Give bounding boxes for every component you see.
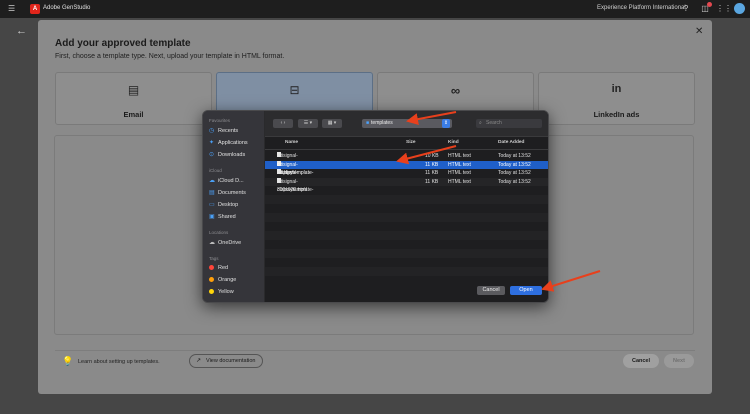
sidebar-section-favourites: Favourites (209, 118, 231, 123)
tag-dot-icon (209, 277, 214, 283)
empty-row (265, 249, 548, 258)
dialog-toolbar: ‹ › ☰ ▾ ▦ ▾ ■ templates ⇕ ⌕ Search (265, 111, 548, 137)
sidebar-item-downloads[interactable]: ⊙ Downloads (209, 151, 245, 158)
column-header-kind[interactable]: Kind (448, 140, 459, 145)
sidebar-section-tags: Tags (209, 256, 219, 261)
sidebar-item-applications[interactable]: ✦ Applications (209, 139, 248, 146)
location-label: templates (371, 120, 393, 126)
card-label: LinkedIn ads (593, 110, 640, 119)
dialog-open-button[interactable]: Open (510, 286, 542, 295)
file-row[interactable]: citisignal-displaytemplate-300x600.html … (265, 169, 548, 193)
linkedin-icon: in (611, 83, 622, 95)
sidebar-item-desktop[interactable]: ▭ Desktop (209, 201, 238, 208)
empty-row (265, 231, 548, 240)
sidebar-item-recents[interactable]: ◷ Recents (209, 127, 238, 134)
help-icon[interactable]: ? (681, 4, 691, 14)
top-app-bar: ☰ A Adobe GenStudio Experience Platform … (0, 0, 750, 18)
template-type-linkedin[interactable]: in LinkedIn ads (538, 72, 695, 125)
search-placeholder: Search (486, 120, 502, 126)
dialog-sidebar: Favourites ◷ Recents ✦ Applications ⊙ Downl… (203, 111, 264, 302)
close-icon[interactable]: ✕ (695, 26, 703, 37)
modal-subtitle: First, choose a template type. Next, upl… (55, 53, 285, 60)
folder-icon: ■ (366, 120, 370, 126)
sidebar-item-icloud-drive[interactable]: ☁ iCloud D... (209, 177, 244, 184)
sidebar-section-icloud: iCloud (209, 168, 222, 173)
modal-title: Add your approved template (55, 38, 191, 49)
file-row[interactable]: citisignal-meta-ad.html 10 KB HTML text … (265, 152, 548, 176)
column-header-date-added[interactable]: Date Added (498, 140, 524, 145)
adobe-logo: A (30, 4, 40, 14)
cloud-icon: ☁ (209, 178, 215, 184)
search-icon: ⌕ (479, 120, 482, 126)
sidebar-item-tag-red[interactable]: Red (209, 265, 228, 271)
lightbulb-icon: 💡 (62, 356, 74, 366)
shared-folder-icon: ▣ (209, 214, 215, 220)
column-header-size[interactable]: Size (406, 140, 416, 145)
menu-icon[interactable]: ☰ (8, 5, 15, 13)
sidebar-item-onedrive[interactable]: ☁ OneDrive (209, 239, 241, 246)
applications-icon: ✦ (209, 140, 215, 146)
app-name: Adobe GenStudio (43, 5, 91, 11)
avatar[interactable] (734, 3, 745, 14)
view-documentation-button[interactable]: ↗ View documentation (189, 354, 263, 368)
tag-dot-icon (209, 289, 214, 295)
cancel-button[interactable]: Cancel (623, 354, 659, 368)
card-label: Email (123, 110, 144, 119)
empty-row (265, 195, 548, 204)
chevron-updown-icon: ⇕ (442, 119, 450, 128)
sidebar-item-documents[interactable]: ▤ Documents (209, 189, 246, 196)
display-icon: ⊟ (289, 83, 300, 97)
view-documentation-label: View documentation (206, 358, 256, 364)
cloud-icon: ☁ (209, 240, 215, 246)
column-header-name[interactable]: Name (285, 140, 298, 145)
template-type-email[interactable]: ▤ Email (55, 72, 212, 125)
desktop-icon: ▭ (209, 202, 215, 208)
search-input[interactable]: ⌕ Search (476, 119, 542, 128)
empty-row (265, 267, 548, 276)
meta-icon: ∞ (450, 83, 461, 98)
sidebar-item-shared[interactable]: ▣ Shared (209, 213, 236, 220)
hint-text: Learn about setting up templates. (78, 359, 160, 365)
sidebar-item-tag-orange[interactable]: Orange (209, 277, 236, 283)
header-divider (265, 149, 548, 150)
file-row-selected[interactable]: citisignal-displaytemplate-970x250.html … (265, 160, 548, 185)
back-arrow-icon[interactable]: ← (16, 25, 27, 37)
downloads-icon: ⊙ (209, 152, 215, 158)
location-popup[interactable]: ■ templates ⇕ (362, 119, 452, 128)
apps-grid-icon[interactable]: ⋮⋮ (716, 4, 732, 14)
dialog-cancel-button[interactable]: Cancel (477, 286, 505, 295)
sidebar-item-tag-yellow[interactable]: Yellow (209, 289, 234, 295)
file-row[interactable]: citisignal-displaytemplate-300x250.html … (265, 177, 548, 202)
clock-icon: ◷ (209, 128, 215, 134)
group-view-icon[interactable]: ▦ ▾ (322, 119, 342, 128)
list-view-icon[interactable]: ☰ ▾ (298, 119, 318, 128)
tag-dot-icon (209, 265, 214, 271)
dialog-file-browser: ‹ › ☰ ▾ ▦ ▾ ■ templates ⇕ ⌕ Search Name Si… (265, 111, 548, 302)
org-switcher[interactable]: Experience Platform International (597, 5, 686, 11)
email-icon: ▤ (127, 83, 140, 97)
external-link-icon: ↗ (196, 358, 202, 364)
back-forward-buttons[interactable]: ‹ › (273, 119, 293, 128)
next-button[interactable]: Next (664, 354, 694, 368)
notification-badge (707, 2, 712, 7)
sidebar-section-locations: Locations (209, 230, 229, 235)
file-open-dialog: Favourites ◷ Recents ✦ Applications ⊙ Downl… (202, 110, 549, 303)
document-icon: ▤ (209, 190, 215, 196)
empty-row (265, 213, 548, 222)
